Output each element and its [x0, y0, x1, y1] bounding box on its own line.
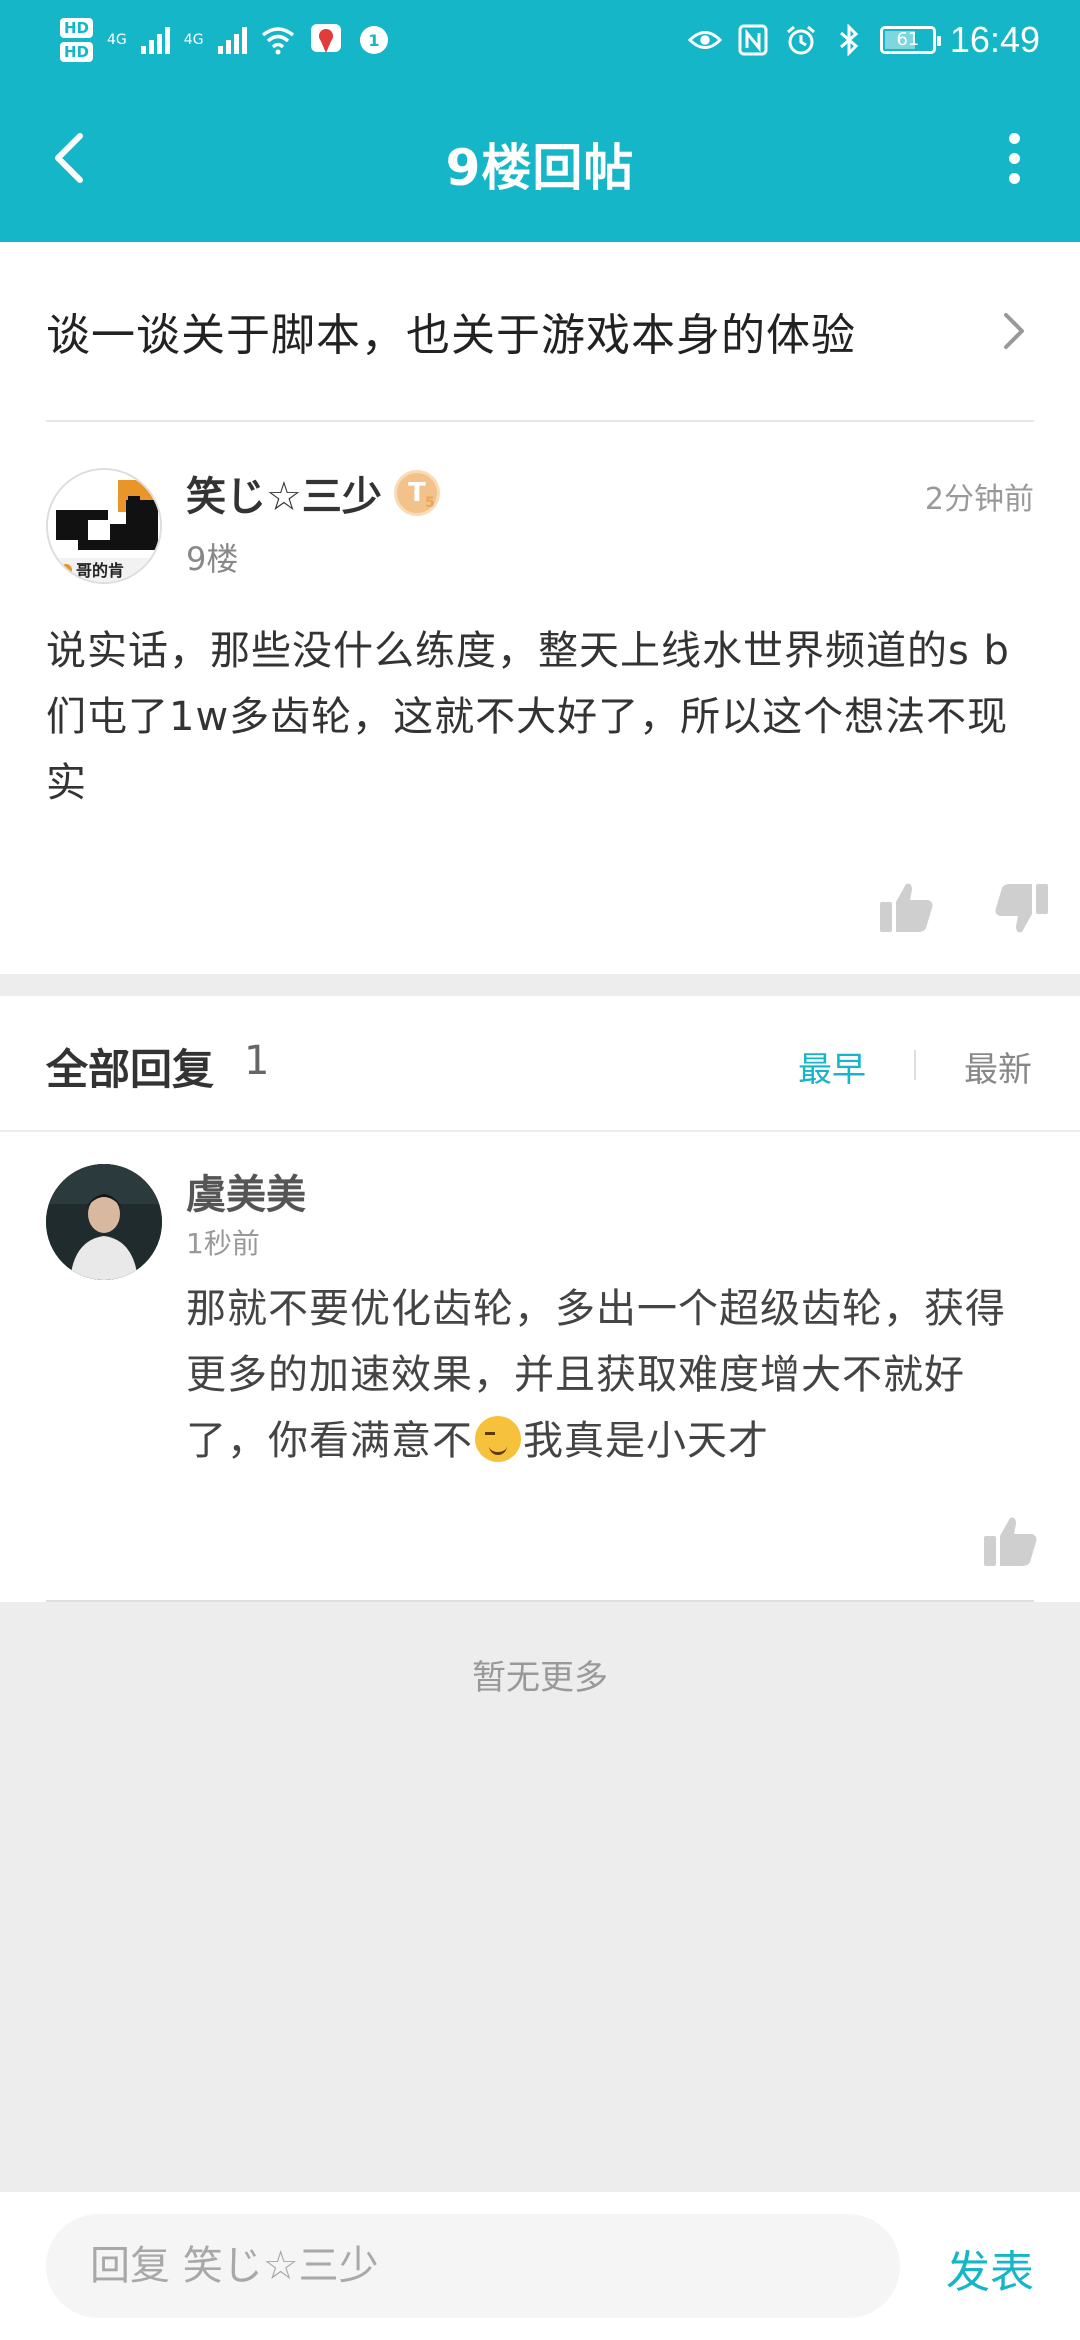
reply-like-button[interactable] [980, 1512, 1040, 1572]
thread-title: 谈一谈关于脚本，也关于游戏本身的体验 [46, 310, 856, 361]
top-bar: HD HD 4G 4G 1 61 16:49 9楼回帖 [0, 0, 1080, 242]
replies-title: 全部回复 [46, 1045, 215, 1094]
status-left: HD HD 4G 4G 1 [60, 10, 391, 70]
level-badge-letter: T [407, 478, 426, 508]
network-type-1: 4G [107, 32, 127, 48]
signal-icon-1 [140, 26, 170, 54]
status-right: 61 16:49 [687, 10, 1040, 70]
page-title: 9楼回帖 [445, 139, 635, 197]
sort-earliest-tab[interactable]: 最早 [798, 1042, 866, 1091]
thumbs-down-icon [995, 884, 1048, 933]
eye-comfort-icon [687, 23, 722, 57]
floor-label: 9楼 [186, 540, 239, 578]
hd-badge-2: HD [60, 42, 94, 62]
level-badge: T 5 [393, 470, 440, 516]
reply-text-tail: 我真是小天才 [523, 1418, 769, 1464]
more-dot-icon [1008, 152, 1020, 164]
alarm-icon [784, 23, 818, 57]
nfc-icon [736, 23, 770, 57]
svg-text:1: 1 [368, 31, 379, 50]
more-dot-icon [1008, 172, 1020, 184]
replies-section: 全部回复 1 最早 最新 虞美美 1秒前 那就不要优化齿轮，多出一个超级齿轮，获… [0, 996, 1080, 1602]
reply-author-name[interactable]: 虞美美 [186, 1162, 306, 1220]
hd-indicators: HD HD [60, 18, 94, 62]
level-badge-number: 5 [425, 495, 435, 511]
smirk-emoji-icon [475, 1416, 521, 1462]
avatar-caption: 哥的肯 [76, 561, 124, 580]
thread-title-link[interactable]: 谈一谈关于脚本，也关于游戏本身的体验 [46, 242, 1034, 422]
battery-level: 61 [896, 29, 920, 50]
more-dot-icon [1008, 132, 1020, 144]
like-button[interactable] [876, 878, 936, 938]
author-avatar[interactable]: 哥的肯 [46, 468, 162, 584]
no-more-label: 暂无更多 [472, 1658, 608, 1698]
hd-badge-1: HD [60, 18, 94, 38]
reply-avatar[interactable] [46, 1164, 162, 1280]
reply-body: 那就不要优化齿轮，多出一个超级齿轮，获得更多的加速效果，并且获取难度增大不就好了… [186, 1276, 1040, 1474]
app-bar: 9楼回帖 [0, 74, 1080, 242]
post-body: 说实话，那些没什么练度，整天上线水世界频道的s b们屯了1w多齿轮，这就不大好了… [46, 628, 1010, 806]
thumbs-up-icon [880, 883, 933, 932]
reply-bar: 发表 [0, 2192, 1080, 2340]
battery-icon: 61 [879, 26, 941, 54]
dislike-button[interactable] [992, 878, 1052, 938]
chevron-right-icon [1004, 313, 1024, 349]
post-card: 谈一谈关于脚本，也关于游戏本身的体验 哥的肯 笑じ☆三少 T 5 9楼 2分钟前… [0, 242, 1080, 974]
network-type-2: 4G [183, 32, 204, 48]
map-app-icon [309, 23, 343, 57]
reply-input[interactable] [46, 2214, 900, 2318]
wifi-icon [261, 23, 295, 57]
author-name[interactable]: 笑じ☆三少 [186, 464, 382, 522]
author-name-row: 笑じ☆三少 T 5 [186, 464, 440, 522]
sort-newest-tab[interactable]: 最新 [964, 1042, 1032, 1091]
signal-icon-2 [217, 26, 247, 54]
post-time: 2分钟前 [924, 482, 1034, 517]
bluetooth-icon [832, 23, 866, 57]
reply-time: 1秒前 [186, 1227, 260, 1260]
thumbs-up-icon [984, 1517, 1037, 1566]
sim-notification-icon: 1 [357, 23, 391, 57]
send-button[interactable]: 发表 [946, 2236, 1034, 2300]
replies-bottom-divider [46, 1600, 1034, 1602]
replies-header: 全部回复 1 最早 最新 [0, 996, 1080, 1132]
status-bar: HD HD 4G 4G 1 61 16:49 [0, 0, 1080, 74]
more-options-button[interactable] [974, 118, 1054, 198]
sort-divider [914, 1050, 916, 1080]
status-time: 16:49 [949, 19, 1040, 60]
replies-count: 1 [244, 1038, 270, 1084]
